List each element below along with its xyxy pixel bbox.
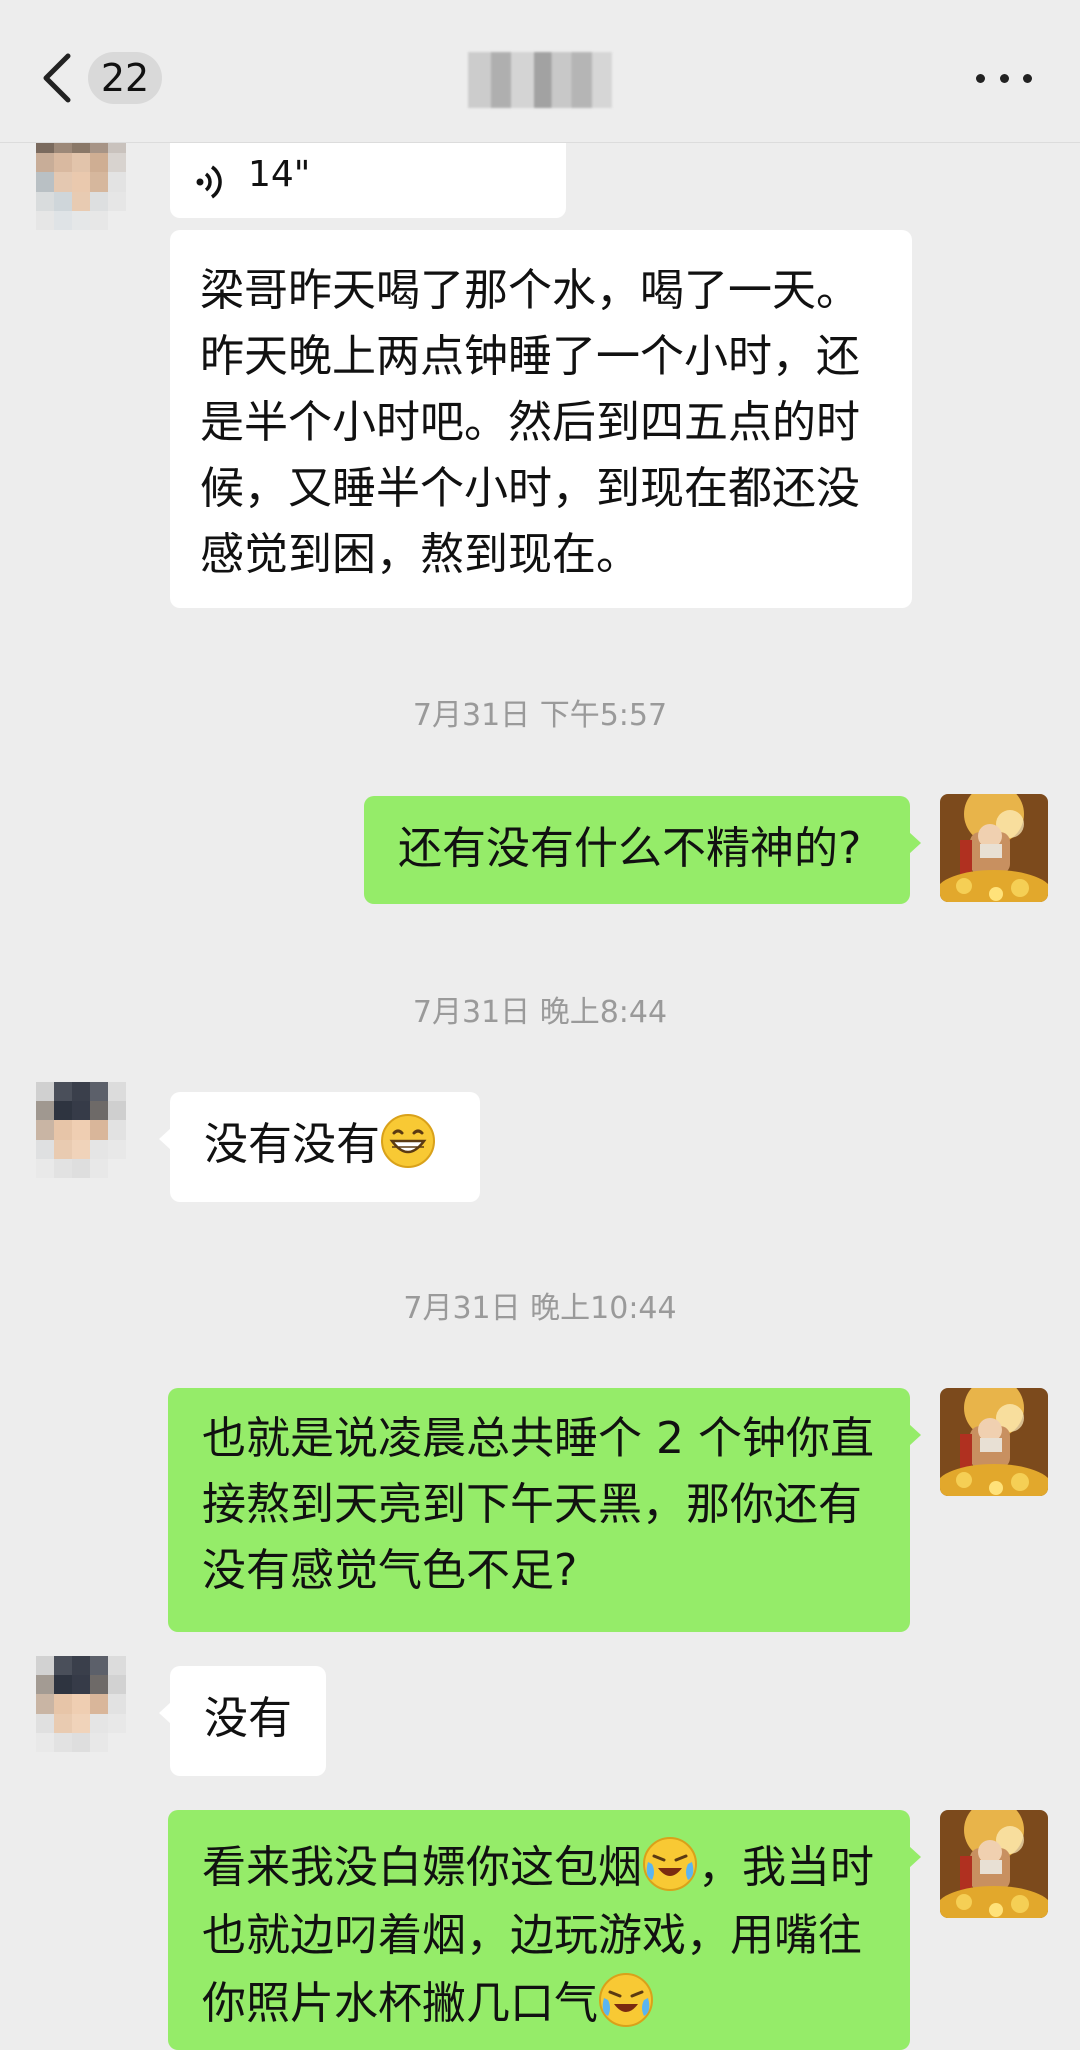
timestamp: 7月31日 下午5:57 (412, 698, 668, 733)
message-bubble-outgoing[interactable]: 还有没有什么不精神的? (364, 796, 921, 904)
message-text: 没有没有 (204, 1119, 380, 1170)
grinning-face-emoji (381, 1114, 435, 1168)
message-bubble-incoming[interactable]: 梁哥昨天喝了那个水，喝了一天。昨天晚上两点钟睡了一个小时，还是半个小时吧。然后到… (170, 230, 912, 608)
message-text-part1: 看来我没白嫖你这包烟 (202, 1842, 642, 1893)
crying-laughing-emoji (643, 1837, 697, 1891)
voice-message-bubble[interactable]: 14" (170, 132, 566, 218)
message-text: 没有 (204, 1693, 292, 1744)
unread-count-badge[interactable]: 22 (88, 52, 162, 104)
contact-avatar[interactable] (36, 1082, 126, 1178)
crying-laughing-emoji (599, 1973, 653, 2027)
own-avatar[interactable] (940, 794, 1048, 902)
message-bubble-incoming[interactable]: 没有 (159, 1666, 326, 1776)
timestamp: 7月31日 晚上8:44 (412, 995, 668, 1030)
voice-duration: 14" (248, 154, 311, 195)
own-avatar[interactable] (940, 1810, 1048, 1918)
message-text: 还有没有什么不精神的? (398, 823, 862, 874)
more-dots-icon[interactable] (976, 62, 1032, 94)
chat-title-pixelated (468, 52, 612, 108)
own-avatar[interactable] (940, 1388, 1048, 1496)
message-bubble-outgoing[interactable]: 也就是说凌晨总共睡个 2 个钟你直接熬到天亮到下午天黑，那你还有没有感觉气色不足… (168, 1388, 921, 1632)
message-text: 梁哥昨天喝了那个水，喝了一天。昨天晚上两点钟睡了一个小时，还是半个小时吧。然后到… (200, 265, 860, 580)
contact-avatar[interactable] (36, 1656, 126, 1752)
message-text: 也就是说凌晨总共睡个 2 个钟你直接熬到天亮到下午天黑，那你还有没有感觉气色不足… (202, 1413, 874, 1596)
message-bubble-outgoing[interactable]: 看来我没白嫖你这包烟 ，我当时也就边叼着烟，边玩游戏，用嘴往你照片水杯撇几口气 (168, 1810, 921, 2050)
chat-header: 22 (0, 0, 1080, 143)
timestamp: 7月31日 晚上10:44 (403, 1291, 677, 1326)
voice-wave-icon (196, 165, 222, 199)
chevron-left-icon[interactable] (38, 50, 78, 106)
contact-avatar[interactable] (36, 134, 126, 230)
message-bubble-incoming[interactable]: 没有没有 (159, 1092, 480, 1202)
